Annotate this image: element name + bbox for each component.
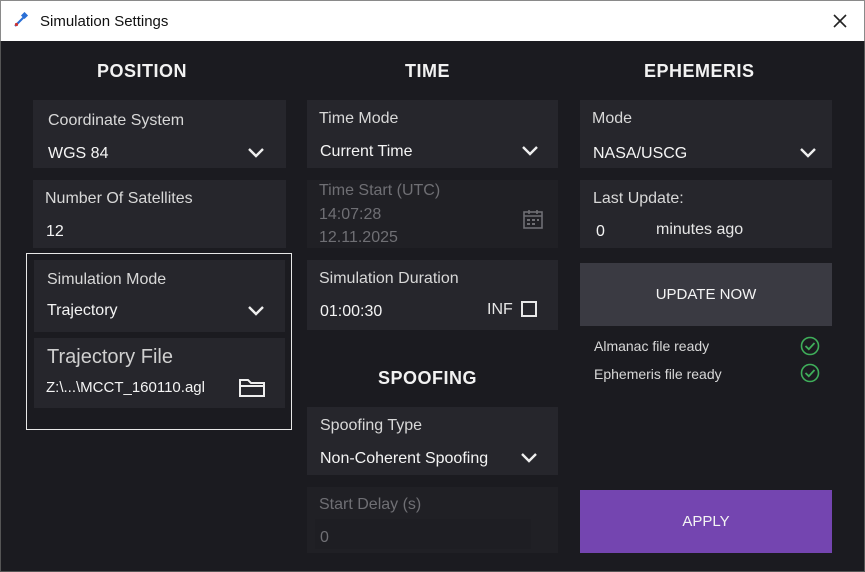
time-mode-dropdown[interactable]: Time Mode Current Time xyxy=(307,100,558,168)
ephemeris-mode-value: NASA/USCG xyxy=(593,145,688,162)
ephemeris-mode-label: Mode xyxy=(592,110,633,127)
number-of-satellites-field[interactable]: Number Of Satellites 12 xyxy=(33,180,286,248)
time-start-field: Time Start (UTC) 14:07:28 12.11.2025 xyxy=(307,180,558,248)
last-update-suffix: minutes ago xyxy=(656,221,744,238)
chevron-down-icon xyxy=(521,453,537,463)
almanac-status: Almanac file ready xyxy=(594,338,710,354)
title-bar: Simulation Settings xyxy=(0,0,865,41)
check-circle-icon xyxy=(800,336,820,356)
ephemeris-status: Ephemeris file ready xyxy=(594,366,722,382)
trajectory-file-label: Trajectory File xyxy=(47,346,173,368)
settings-content: POSITION Coordinate System WGS 84 Number… xyxy=(0,41,865,572)
number-of-satellites-label: Number Of Satellites xyxy=(45,190,193,207)
number-of-satellites-value: 12 xyxy=(46,223,64,240)
chevron-down-icon xyxy=(800,148,816,158)
coordinate-system-value: WGS 84 xyxy=(48,145,109,162)
simulation-duration-value: 01:00:30 xyxy=(320,303,383,320)
chevron-down-icon xyxy=(248,306,264,316)
time-mode-value: Current Time xyxy=(320,143,413,160)
start-delay-label: Start Delay (s) xyxy=(319,496,422,513)
ephemeris-mode-dropdown[interactable]: Mode NASA/USCG xyxy=(580,100,832,168)
last-update-value: 0 xyxy=(596,223,605,240)
time-start-time: 14:07:28 xyxy=(319,206,382,223)
last-update-label: Last Update: xyxy=(593,190,684,207)
spoofing-type-label: Spoofing Type xyxy=(320,417,423,434)
spoofing-heading: SPOOFING xyxy=(378,368,478,388)
apply-button[interactable]: APPLY xyxy=(580,490,832,553)
time-start-date: 12.11.2025 xyxy=(319,229,398,246)
calendar-icon xyxy=(523,210,543,229)
start-delay-input xyxy=(315,519,531,549)
close-button[interactable] xyxy=(826,7,854,35)
close-icon xyxy=(833,14,847,28)
time-mode-label: Time Mode xyxy=(319,110,399,127)
simulation-mode-dropdown[interactable]: Simulation Mode Trajectory xyxy=(34,260,285,332)
spoofing-type-dropdown[interactable]: Spoofing Type Non-Coherent Spoofing xyxy=(307,407,558,475)
check-circle-icon xyxy=(800,363,820,383)
trajectory-file-value: Z:\...\MCCT_160110.agl xyxy=(46,379,205,396)
folder-icon[interactable] xyxy=(238,376,266,398)
chevron-down-icon xyxy=(522,146,538,156)
time-heading: TIME xyxy=(405,61,450,81)
coordinate-system-dropdown[interactable]: Coordinate System WGS 84 xyxy=(33,100,286,168)
coordinate-system-label: Coordinate System xyxy=(48,112,185,129)
simulation-duration-field[interactable]: Simulation Duration 01:00:30 INF xyxy=(307,260,558,330)
chevron-down-icon xyxy=(248,148,264,158)
inf-checkbox[interactable] xyxy=(521,301,537,317)
window-title: Simulation Settings xyxy=(40,13,169,30)
ephemeris-heading: EPHEMERIS xyxy=(644,61,755,81)
time-start-label: Time Start (UTC) xyxy=(319,182,441,199)
spoofing-type-value: Non-Coherent Spoofing xyxy=(320,450,489,467)
simulation-duration-label: Simulation Duration xyxy=(319,270,459,287)
last-update-field: Last Update: 0 minutes ago xyxy=(580,180,832,248)
inf-label: INF xyxy=(487,301,513,318)
simulation-mode-value: Trajectory xyxy=(47,302,118,319)
position-heading: POSITION xyxy=(97,61,188,81)
start-delay-field: Start Delay (s) 0 xyxy=(307,487,558,553)
update-now-button[interactable]: UPDATE NOW xyxy=(580,263,832,326)
start-delay-value: 0 xyxy=(320,529,329,546)
simulation-mode-label: Simulation Mode xyxy=(47,271,167,288)
trajectory-file-field[interactable]: Trajectory File Z:\...\MCCT_160110.agl xyxy=(34,338,285,408)
satellite-icon xyxy=(14,12,29,27)
